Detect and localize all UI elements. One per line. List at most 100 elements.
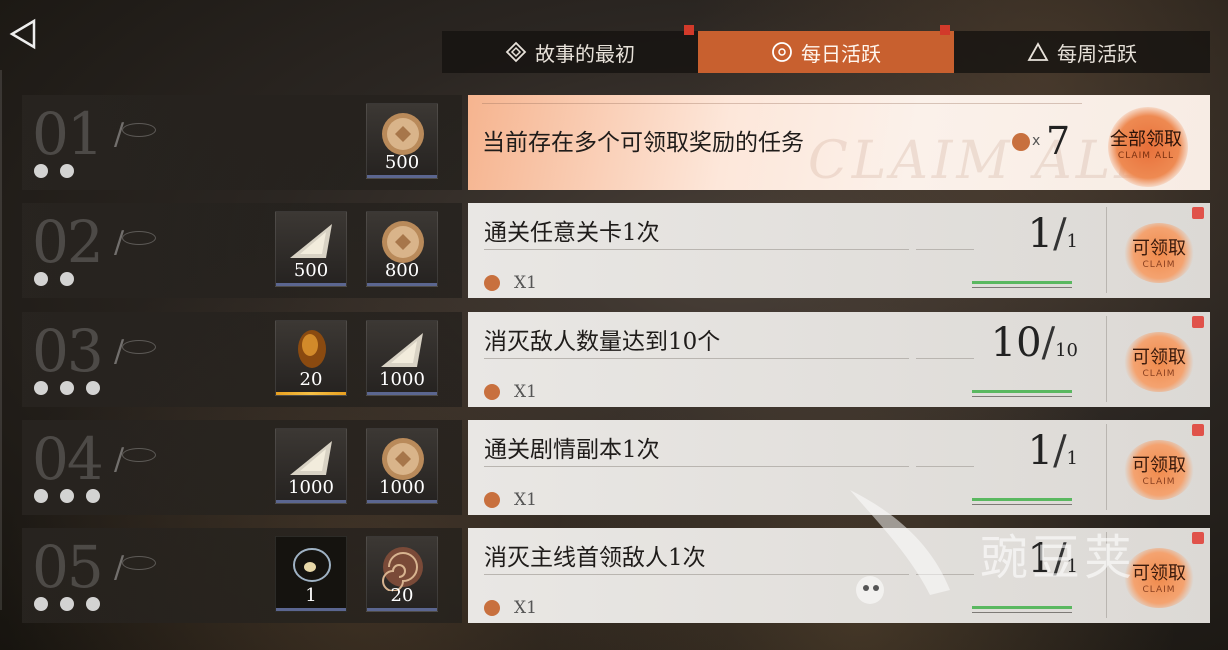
left-divider: [0, 70, 2, 610]
claim-sublabel: CLAIM: [1142, 260, 1176, 270]
tab-story-beginning[interactable]: 故事的最初: [442, 25, 698, 73]
ammonite-icon: [382, 547, 423, 591]
row-number: 04: [32, 425, 104, 493]
claim-button[interactable]: 可领取 CLAIM: [1118, 322, 1200, 400]
divider: [916, 574, 974, 575]
divider: [1106, 532, 1107, 618]
reward-amount: 20: [390, 585, 414, 606]
count-multiplier: x: [1032, 133, 1041, 149]
task-title: 通关任意关卡1次: [484, 220, 660, 246]
divider: [482, 103, 1082, 104]
task-panel: 消灭敌人数量达到10个 X1 10/10 可领取 CLAIM: [468, 312, 1210, 407]
tab-weekly-active[interactable]: 每周活跃: [954, 31, 1210, 73]
reward-amount: 500: [293, 260, 329, 281]
coin-icon: [382, 438, 424, 480]
task-panel: 通关任意关卡1次 X1 1/1 可领取 CLAIM: [468, 203, 1210, 298]
reward-item[interactable]: 1000: [366, 428, 438, 504]
reward-amount: 1000: [379, 369, 425, 390]
tier-dots: [34, 381, 100, 395]
divider: [916, 466, 974, 467]
task-row: 03 / 20 1000 消灭敌人数量达到10个 X1 10/10 可领取 CL…: [22, 312, 1210, 407]
row-rewards-panel: 03 / 20 1000: [22, 312, 462, 407]
tab-bar: 故事的最初 每日活跃 每周活跃: [442, 25, 1210, 73]
progress-bar: [972, 606, 1072, 609]
reward-item[interactable]: 1000: [275, 428, 347, 504]
task-panel: 消灭主线首领敌人1次 X1 1/1 可领取 CLAIM: [468, 528, 1210, 623]
claim-all-button[interactable]: 全部领取 CLAIM ALL: [1090, 101, 1202, 187]
tab-label: 每周活跃: [1057, 41, 1137, 66]
reward-item[interactable]: 500: [366, 103, 438, 179]
notification-badge: [1192, 424, 1204, 436]
task-row: 02 / 500 800 通关任意关卡1次 X1 1/1 可领取 CLAIM: [22, 203, 1210, 298]
task-title: 消灭敌人数量达到10个: [484, 329, 721, 355]
reward-amount: 800: [384, 260, 420, 281]
progress-counter: 10/10: [988, 320, 1078, 366]
slash-mark: /: [114, 117, 125, 152]
claim-label: 可领取: [1132, 347, 1186, 368]
tier-dots: [34, 164, 74, 178]
claimable-count: 7: [1046, 119, 1071, 163]
reward-item[interactable]: 1000: [366, 320, 438, 396]
token-amount: X1: [514, 598, 537, 618]
triangle-icon: [1027, 42, 1049, 61]
row-number: 03: [32, 317, 104, 385]
tier-dots: [34, 489, 100, 503]
progress-total: 1: [1066, 556, 1078, 577]
reward-amount: 20: [299, 369, 323, 390]
row-tag: [122, 448, 156, 462]
back-button[interactable]: [8, 18, 38, 50]
task-row: 05 / 1 20 消灭主线首领敌人1次 X1 1/1 可领取 CLAIM: [22, 528, 1210, 623]
reward-item[interactable]: 500: [275, 211, 347, 287]
progress-bar: [972, 281, 1072, 284]
row-tag: [122, 123, 156, 137]
claim-button[interactable]: 可领取 CLAIM: [1118, 430, 1200, 508]
crystal-shard-icon: [290, 224, 332, 258]
reward-amount: 500: [384, 152, 420, 173]
row-rewards-panel: 04 / 1000 1000: [22, 420, 462, 515]
amber-gem-icon: [298, 330, 326, 368]
divider: [1106, 207, 1107, 293]
glass-orb-icon: [293, 548, 331, 582]
notification-badge: [1192, 532, 1204, 544]
claim-all-message: 当前存在多个可领取奖励的任务: [482, 130, 804, 156]
claim-label: 可领取: [1132, 238, 1186, 259]
reward-item[interactable]: 20: [275, 320, 347, 396]
coin-icon: [382, 221, 424, 263]
progress-separator: /: [1053, 536, 1067, 582]
task-panel: 通关剧情副本1次 X1 1/1 可领取 CLAIM: [468, 420, 1210, 515]
row-rewards-panel: 01 / 500: [22, 95, 462, 190]
tier-dots: [34, 597, 100, 611]
progress-current: 10: [990, 320, 1042, 366]
row-number: 05: [32, 533, 104, 601]
reward-item[interactable]: 1: [275, 536, 347, 612]
claim-sublabel: CLAIM: [1142, 369, 1176, 379]
progress-total: 10: [1055, 340, 1078, 361]
token-icon: [1012, 133, 1030, 151]
slash-mark: /: [114, 442, 125, 477]
coin-icon: [382, 113, 424, 155]
token-icon: [484, 384, 500, 400]
progress-total: 1: [1066, 448, 1078, 469]
task-row: 04 / 1000 1000 通关剧情副本1次 X1 1/1 可领取 CLAIM: [22, 420, 1210, 515]
claim-all-sublabel: CLAIM ALL: [1117, 151, 1175, 161]
task-title: 通关剧情副本1次: [484, 437, 660, 463]
progress-track: [972, 396, 1072, 397]
token-icon: [484, 600, 500, 616]
divider: [1106, 424, 1107, 510]
slash-mark: /: [114, 225, 125, 260]
claim-button[interactable]: 可领取 CLAIM: [1118, 213, 1200, 291]
task-title: 消灭主线首领敌人1次: [484, 545, 706, 571]
progress-separator: /: [1041, 320, 1056, 366]
reward-item[interactable]: 800: [366, 211, 438, 287]
claim-label: 可领取: [1132, 455, 1186, 476]
row-tag: [122, 231, 156, 245]
reward-item[interactable]: 20: [366, 536, 438, 612]
tab-label: 故事的最初: [535, 41, 635, 66]
progress-bar: [972, 390, 1072, 393]
claim-sublabel: CLAIM: [1142, 477, 1176, 487]
progress-current: 1: [1027, 536, 1054, 582]
tab-daily-active[interactable]: 每日活跃: [698, 25, 954, 73]
diamond-icon: [505, 41, 527, 63]
claim-button[interactable]: 可领取 CLAIM: [1118, 538, 1200, 616]
progress-counter: 1/1: [988, 428, 1078, 474]
